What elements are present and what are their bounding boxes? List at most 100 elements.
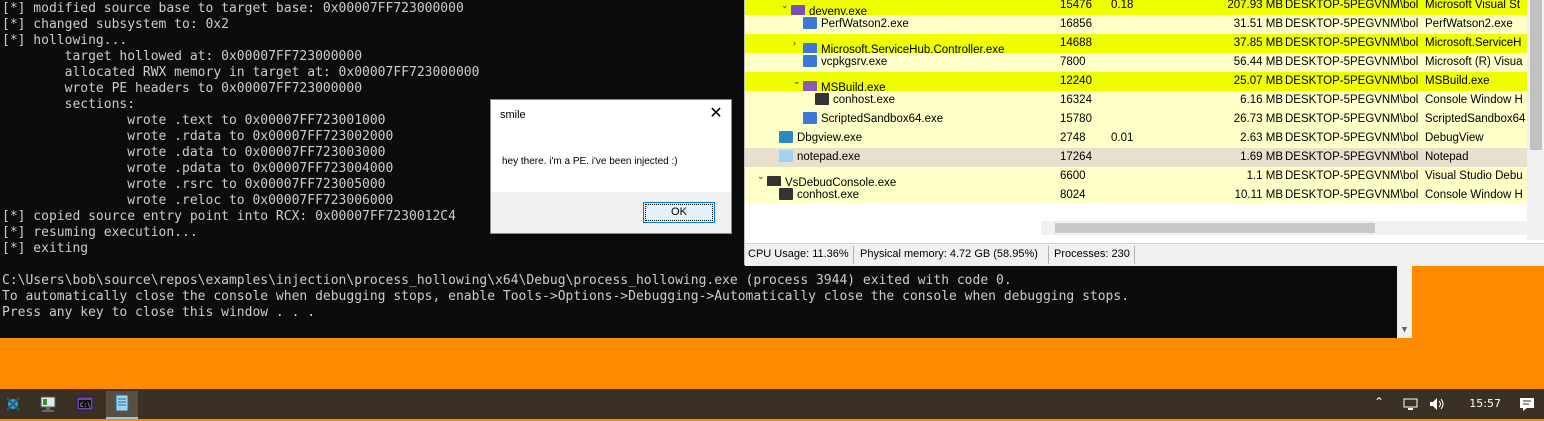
- console-line: wrote .rdata to 0x00007FF723002000: [2, 129, 394, 144]
- message-box: smile ✕ hey there. i'm a PE. i've been i…: [490, 99, 732, 234]
- user-cell: DESKTOP-5PEGVNM\bol: [1285, 170, 1419, 182]
- console-line: [*] resuming execution...: [2, 225, 198, 240]
- tree-toggle-icon[interactable]: ⌄: [781, 0, 791, 15]
- memory-cell: 1.1 MB: [1246, 170, 1283, 182]
- pid-cell: 15476: [1060, 0, 1092, 11]
- pid-cell: 7800: [1060, 56, 1086, 68]
- app-process-icon: [803, 112, 817, 124]
- process-row[interactable]: ⌄devenv.exe 15476 0.18 207.93 MB DESKTOP-5PE…: [745, 0, 1527, 18]
- console-line: To automatically close the console when …: [2, 289, 1130, 304]
- con-process-icon: [779, 188, 793, 200]
- horizontal-scrollbar[interactable]: [1041, 221, 1527, 235]
- process-row[interactable]: Dbgview.exe 2748 0.01 2.63 MB DESKTOP-5PEGVN…: [745, 129, 1527, 148]
- monitor-app-icon[interactable]: [32, 391, 64, 417]
- process-name: conhost.exe: [797, 189, 860, 201]
- description-cell: Notepad: [1425, 151, 1469, 163]
- user-cell: DESKTOP-5PEGVNM\bol: [1285, 0, 1419, 11]
- console-line: C:\Users\bob\source\repos\examples\injec…: [2, 273, 1012, 288]
- process-row[interactable]: conhost.exe 16324 6.16 MB DESKTOP-5PEGVNM\b…: [745, 91, 1527, 110]
- pid-cell: 16856: [1060, 18, 1092, 30]
- console-line: wrote .rsrc to 0x00007FF723005000: [2, 177, 386, 192]
- user-cell: DESKTOP-5PEGVNM\bol: [1285, 189, 1419, 201]
- console-line: [*] changed subsystem to: 0x2: [2, 17, 229, 32]
- description-cell: MSBuild.exe: [1425, 75, 1490, 87]
- user-cell: DESKTOP-5PEGVNM\bol: [1285, 56, 1419, 68]
- user-cell: DESKTOP-5PEGVNM\bol: [1285, 37, 1419, 49]
- description-cell: ScriptedSandbox64: [1425, 113, 1526, 125]
- process-row[interactable]: notepad.exe 17264 1.69 MB DESKTOP-5PEGVNM\b…: [745, 148, 1527, 167]
- notepad-app-icon[interactable]: [106, 391, 138, 419]
- user-cell: DESKTOP-5PEGVNM\bol: [1285, 113, 1419, 125]
- process-explorer-window: ⌄devenv.exe 15476 0.18 207.93 MB DESKTOP-5PE…: [744, 0, 1544, 266]
- debug-tool-icon[interactable]: [0, 391, 32, 417]
- volume-icon[interactable]: [1428, 396, 1446, 412]
- memory-cell: 25.07 MB: [1233, 75, 1283, 87]
- process-name-cell: PerfWatson2.exe: [793, 15, 1083, 34]
- console-line: [*] exiting: [2, 241, 89, 256]
- pid-cell: 2748: [1060, 132, 1086, 144]
- pid-cell: 14688: [1060, 37, 1092, 49]
- network-icon[interactable]: [1402, 397, 1420, 411]
- description-cell: Console Window H: [1425, 189, 1523, 201]
- pid-cell: 17264: [1060, 151, 1092, 163]
- process-row[interactable]: PerfWatson2.exe 16856 31.51 MB DESKTOP-5PEG…: [745, 15, 1527, 34]
- process-name-cell: notepad.exe: [769, 148, 1059, 167]
- console-line: wrote .pdata to 0x00007FF723004000: [2, 161, 394, 176]
- scroll-down-icon[interactable]: ▼: [1397, 323, 1412, 338]
- process-name-cell: vcpkgsrv.exe: [793, 53, 1083, 72]
- process-row[interactable]: vcpkgsrv.exe 7800 56.44 MB DESKTOP-5PEGVNM\…: [745, 53, 1527, 72]
- user-cell: DESKTOP-5PEGVNM\bol: [1285, 75, 1419, 87]
- process-row[interactable]: ⌄ MSBuild.exe 12240 25.07 MB DESKTOP-5PEGVNM…: [745, 72, 1527, 94]
- process-name: ScriptedSandbox64.exe: [821, 113, 944, 125]
- process-tree: ⌄devenv.exe 15476 0.18 207.93 MB DESKTOP-5PE…: [745, 0, 1527, 203]
- process-row[interactable]: ⌄VsDebugConsole.exe 6600 1.1 MB DESKTOP-5PE…: [745, 167, 1527, 189]
- memory-cell: 10.11 MB: [1234, 189, 1283, 201]
- cpu-cell: 0.01: [1111, 132, 1134, 144]
- process-row[interactable]: ScriptedSandbox64.exe 15780 26.73 MB DESKTO…: [745, 110, 1527, 129]
- console-line: wrote .text to 0x00007FF723001000: [2, 113, 386, 128]
- memory-cell: 37.85 MB: [1233, 37, 1283, 49]
- description-cell: PerfWatson2.exe: [1425, 18, 1513, 30]
- process-name: vcpkgsrv.exe: [821, 56, 888, 68]
- console-line: wrote .data to 0x00007FF723003000: [2, 145, 386, 160]
- tree-toggle-icon[interactable]: ›: [793, 34, 803, 53]
- ok-button[interactable]: OK: [643, 202, 715, 223]
- user-cell: DESKTOP-5PEGVNM\bol: [1285, 151, 1419, 163]
- close-icon[interactable]: ✕: [707, 105, 725, 123]
- process-name: notepad.exe: [797, 151, 861, 163]
- chevron-up-icon[interactable]: ⌃: [1374, 395, 1384, 409]
- svg-text:C:\: C:\: [80, 402, 91, 409]
- dialog-title: smile: [500, 109, 526, 121]
- tree-toggle-icon[interactable]: ⌄: [793, 72, 803, 91]
- cpu-cell: 0.18: [1111, 0, 1134, 11]
- app-process-icon: [803, 55, 817, 67]
- scroll-thumb[interactable]: [1055, 223, 1375, 233]
- console-line: [*] modified source base to target base:…: [2, 1, 464, 16]
- memory-cell: 6.16 MB: [1240, 94, 1283, 106]
- console-line: [*] hollowing...: [2, 33, 128, 48]
- process-row[interactable]: conhost.exe 8024 10.11 MB DESKTOP-5PEGVNM\b…: [745, 186, 1527, 203]
- scroll-thumb[interactable]: [1530, 0, 1542, 150]
- pid-cell: 12240: [1060, 75, 1092, 87]
- description-cell: Microsoft.ServiceH: [1425, 37, 1522, 49]
- memory-cell: 56.44 MB: [1233, 56, 1283, 68]
- process-name: Dbgview.exe: [797, 132, 863, 144]
- pid-cell: 15780: [1060, 113, 1092, 125]
- description-cell: Microsoft Visual St: [1425, 0, 1521, 11]
- note-process-icon: [779, 150, 793, 162]
- tree-toggle-icon[interactable]: ⌄: [757, 167, 767, 186]
- console-line: wrote PE headers to 0x00007FF723000000: [2, 81, 363, 96]
- console-app-icon[interactable]: C:\: [69, 391, 101, 417]
- notifications-icon[interactable]: [1518, 396, 1536, 412]
- cpu-usage: CPU Usage: 11.36%: [748, 248, 849, 260]
- status-bar: CPU Usage: 11.36% Physical memory: 4.72 …: [745, 243, 1544, 266]
- vertical-scrollbar[interactable]: [1527, 0, 1544, 240]
- user-cell: DESKTOP-5PEGVNM\bol: [1285, 132, 1419, 144]
- pid-cell: 8024: [1060, 189, 1086, 201]
- dbg-process-icon: [779, 131, 793, 143]
- pid-cell: 16324: [1060, 94, 1092, 106]
- process-row[interactable]: ›Microsoft.ServiceHub.Controller.exe 1468…: [745, 34, 1527, 56]
- clock[interactable]: 15:57: [1469, 397, 1501, 410]
- console-line: sections:: [2, 97, 136, 112]
- taskbar: C:\ ⌃ 15:57: [0, 389, 1544, 419]
